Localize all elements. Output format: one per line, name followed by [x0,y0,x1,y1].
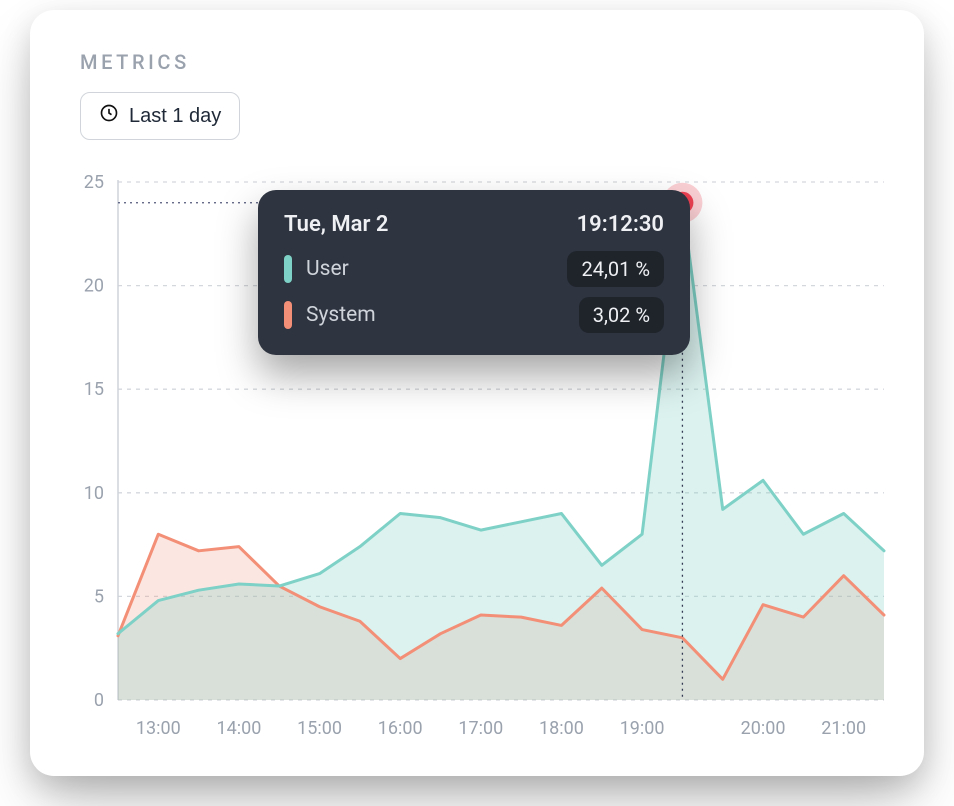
svg-text:20: 20 [84,276,104,297]
svg-text:15: 15 [84,379,104,400]
svg-text:21:00: 21:00 [821,718,866,739]
swatch-user [284,255,292,283]
card-title: METRICS [80,50,894,74]
chart-area[interactable]: 0 5 10 15 20 25 13:00 14:00 15:00 16:00 17:00 18:00… [60,170,894,746]
tooltip-series-value: 24,01 % [567,251,664,287]
tooltip-row-user: User 24,01 % [284,251,664,287]
tooltip-series-name: User [306,257,553,281]
svg-text:19:00: 19:00 [620,718,665,739]
clock-icon [99,103,119,129]
metrics-card: METRICS Last 1 day 0 5 10 15 20 25 13:00 14:00 1… [30,10,924,776]
tooltip-time: 19:12:30 [577,212,664,237]
chart-tooltip: Tue, Mar 2 19:12:30 User 24,01 % System … [258,190,690,355]
tooltip-series-name: System [306,303,565,327]
svg-text:0: 0 [94,690,104,711]
svg-text:13:00: 13:00 [136,718,181,739]
time-range-button[interactable]: Last 1 day [80,92,240,140]
tooltip-date: Tue, Mar 2 [284,212,388,237]
svg-text:5: 5 [94,586,104,607]
svg-text:14:00: 14:00 [217,718,262,739]
svg-text:20:00: 20:00 [741,718,786,739]
svg-text:17:00: 17:00 [458,718,503,739]
svg-text:15:00: 15:00 [297,718,342,739]
tooltip-row-system: System 3,02 % [284,297,664,333]
tooltip-series-value: 3,02 % [579,297,664,333]
swatch-system [284,301,292,329]
time-range-label: Last 1 day [129,105,221,128]
svg-text:10: 10 [84,483,104,504]
svg-text:25: 25 [84,172,104,193]
svg-text:16:00: 16:00 [378,718,423,739]
svg-text:18:00: 18:00 [539,718,584,739]
